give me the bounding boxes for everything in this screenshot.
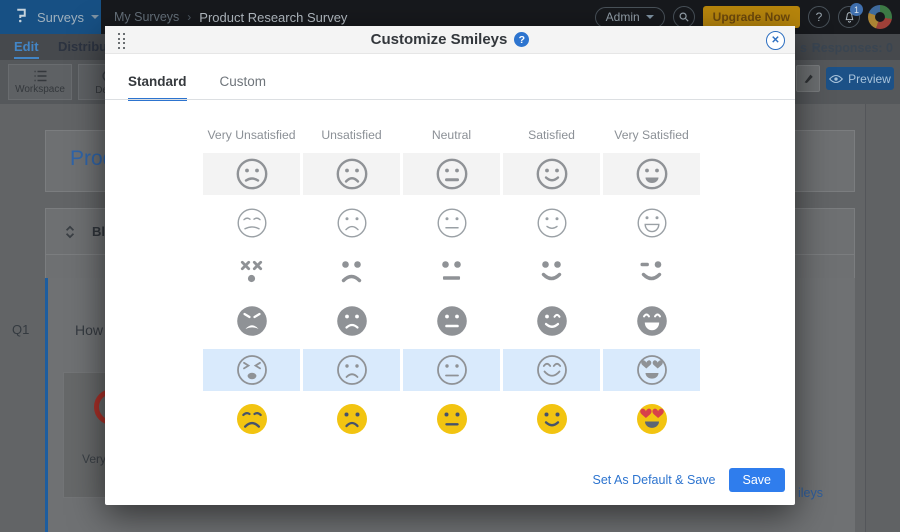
smiley-solid-satisfied[interactable] — [503, 300, 600, 342]
smiley-column-header: Neutral — [403, 128, 500, 142]
admin-dropdown[interactable]: Admin — [595, 7, 665, 28]
smiley-bold-outline-very-satisfied[interactable] — [603, 153, 700, 195]
set-default-save-link[interactable]: Set As Default & Save — [593, 473, 716, 487]
search-button[interactable] — [673, 6, 695, 28]
smiley-thin-outline-very-unsatisfied[interactable] — [203, 202, 300, 244]
smiley-sketch-neutral[interactable] — [403, 349, 500, 391]
smiley-thin-outline-satisfied[interactable] — [503, 202, 600, 244]
notifications-button[interactable]: 1 — [838, 6, 860, 28]
smiley-style-row-bold-outline — [203, 153, 700, 195]
smiley-abstract-very-satisfied[interactable] — [603, 251, 700, 293]
smiley-bold-outline-unsatisfied[interactable] — [303, 153, 400, 195]
preview-button[interactable]: Preview — [826, 67, 894, 90]
modal-header: Customize Smileys ? ✕ — [105, 26, 795, 54]
modal-footer: Set As Default & Save Save — [593, 468, 786, 492]
smiley-style-row-emoji-yellow — [203, 398, 700, 440]
customize-smileys-dialog: Customize Smileys ? ✕ Standard Custom Ve… — [105, 26, 795, 505]
close-button[interactable]: ✕ — [766, 31, 785, 50]
smiley-thin-outline-neutral[interactable] — [403, 202, 500, 244]
help-button[interactable]: ? — [808, 6, 830, 28]
smiley-abstract-unsatisfied[interactable] — [303, 251, 400, 293]
smiley-solid-unsatisfied[interactable] — [303, 300, 400, 342]
smiley-abstract-satisfied[interactable] — [503, 251, 600, 293]
search-icon — [678, 11, 690, 23]
smiley-solid-very-unsatisfied[interactable] — [203, 300, 300, 342]
preview-label: Preview — [848, 72, 891, 86]
smiley-bold-outline-neutral[interactable] — [403, 153, 500, 195]
help-icon[interactable]: ? — [514, 32, 529, 47]
smiley-column-header: Very Unsatisfied — [203, 128, 300, 142]
brush-icon — [802, 72, 815, 85]
right-sidebar — [865, 104, 900, 532]
upgrade-now-button[interactable]: Upgrade Now — [703, 6, 800, 28]
smiley-column-header: Satisfied — [503, 128, 600, 142]
app-root: Surveys My Surveys › Product Research Su… — [0, 0, 900, 532]
smiley-bold-outline-very-unsatisfied[interactable] — [203, 153, 300, 195]
workspace-label: Workspace — [15, 84, 65, 95]
chevron-down-icon — [91, 15, 99, 19]
question-number: Q1 — [12, 322, 29, 337]
smiley-abstract-neutral[interactable] — [403, 251, 500, 293]
customize-smileys-link[interactable]: ileys — [798, 486, 823, 500]
smiley-style-row-sketch — [203, 349, 700, 391]
surveys-menu-label: Surveys — [37, 10, 84, 25]
smiley-column-headers: Very UnsatisfiedUnsatisfiedNeutralSatisf… — [203, 128, 700, 142]
avatar[interactable] — [868, 5, 892, 29]
smiley-style-row-solid — [203, 300, 700, 342]
question-mark-icon: ? — [816, 10, 823, 24]
workspace-icon — [33, 70, 48, 82]
smiley-column-header: Unsatisfied — [303, 128, 400, 142]
tab-standard[interactable]: Standard — [128, 74, 187, 101]
smiley-abstract-very-unsatisfied[interactable] — [203, 251, 300, 293]
smiley-solid-neutral[interactable] — [403, 300, 500, 342]
smiley-sketch-very-unsatisfied[interactable] — [203, 349, 300, 391]
survey-logo-icon — [12, 6, 30, 29]
modal-title: Customize Smileys — [371, 31, 508, 48]
breadcrumb-parent[interactable]: My Surveys — [114, 10, 179, 24]
tab-custom[interactable]: Custom — [220, 74, 267, 101]
smiley-column-header: Very Satisfied — [603, 128, 700, 142]
smiley-emoji-yellow-unsatisfied[interactable] — [303, 398, 400, 440]
smiley-style-row-abstract — [203, 251, 700, 293]
modal-tabs: Standard Custom — [128, 74, 266, 101]
smiley-bold-outline-satisfied[interactable] — [503, 153, 600, 195]
responses-count: Responses: 0 — [812, 41, 893, 55]
smiley-emoji-yellow-very-satisfied[interactable] — [603, 398, 700, 440]
smiley-emoji-yellow-satisfied[interactable] — [503, 398, 600, 440]
tab-edit[interactable]: Edit — [14, 39, 39, 59]
tabs-divider — [105, 99, 795, 100]
collapse-icon[interactable] — [64, 225, 76, 239]
workspace-button[interactable]: Workspace — [8, 64, 72, 100]
smiley-sketch-satisfied[interactable] — [503, 349, 600, 391]
smiley-grid: Very UnsatisfiedUnsatisfiedNeutralSatisf… — [203, 128, 700, 447]
smiley-sketch-unsatisfied[interactable] — [303, 349, 400, 391]
brush-button[interactable] — [796, 65, 820, 92]
smiley-emoji-yellow-neutral[interactable] — [403, 398, 500, 440]
eye-icon — [829, 74, 843, 84]
smiley-style-row-thin-outline — [203, 202, 700, 244]
smiley-thin-outline-unsatisfied[interactable] — [303, 202, 400, 244]
smiley-emoji-yellow-very-unsatisfied[interactable] — [203, 398, 300, 440]
breadcrumb-current: Product Research Survey — [199, 10, 347, 25]
app-logo-button[interactable]: Surveys — [0, 0, 101, 34]
chevron-down-icon — [646, 15, 654, 19]
chevron-right-icon: › — [187, 10, 191, 24]
save-button[interactable]: Save — [729, 468, 786, 492]
smiley-thin-outline-very-satisfied[interactable] — [603, 202, 700, 244]
partial-dropdown-label: s — [800, 41, 807, 55]
drag-handle-icon[interactable] — [118, 33, 126, 50]
smiley-sketch-very-satisfied[interactable] — [603, 349, 700, 391]
smiley-solid-very-satisfied[interactable] — [603, 300, 700, 342]
admin-label: Admin — [606, 10, 640, 24]
notification-badge: 1 — [850, 3, 863, 16]
